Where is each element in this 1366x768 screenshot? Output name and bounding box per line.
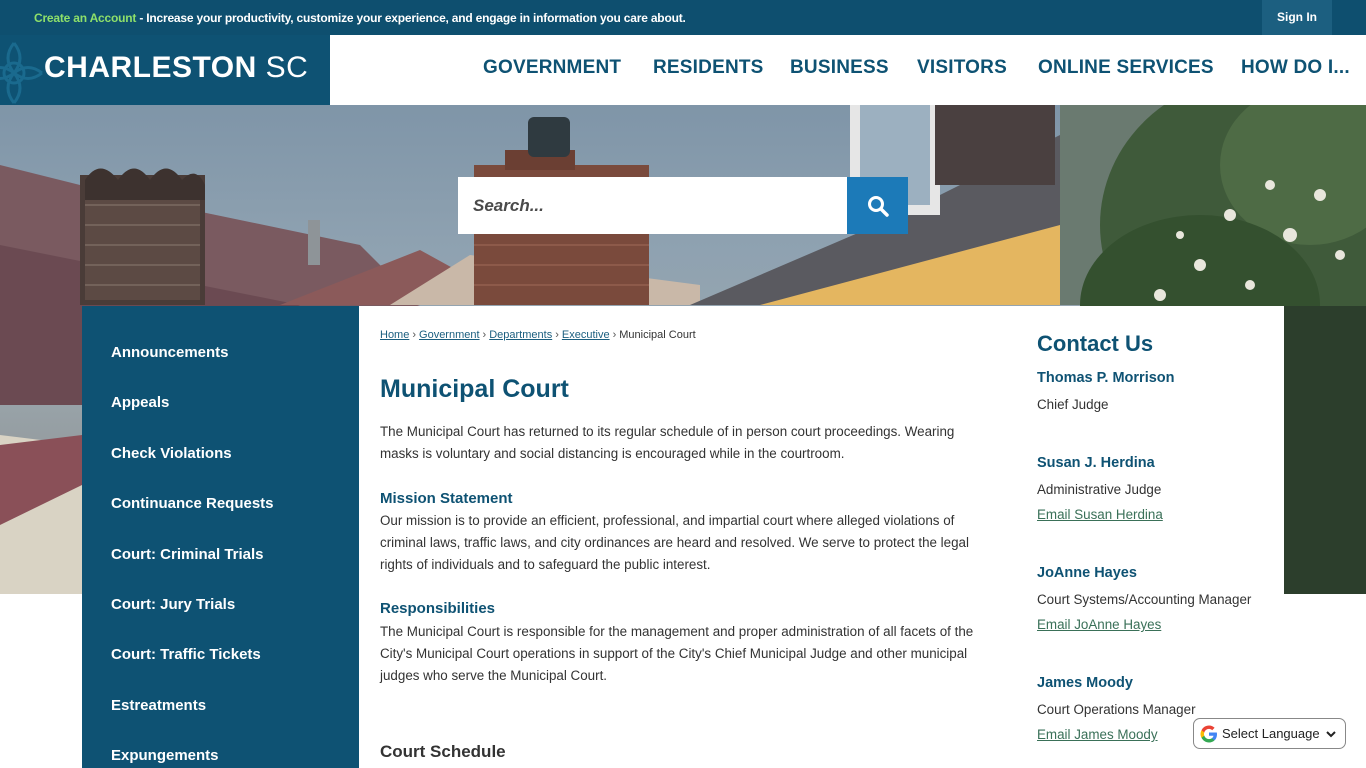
sign-in-button[interactable]: Sign In [1262,0,1332,35]
main-nav: GOVERNMENT RESIDENTS BUSINESS VISITORS O… [330,35,1366,105]
breadcrumb-separator: › [612,329,617,341]
sidebar-item-estreatments[interactable]: Estreatments [111,697,206,714]
breadcrumb-separator: › [412,329,417,341]
site-search [458,177,908,234]
responsibilities-paragraph: The Municipal Court is responsible for t… [380,624,974,683]
court-schedule-heading: Court Schedule [380,742,506,761]
logo-wordmark: CHARLESTON SC [44,51,308,85]
search-input[interactable] [458,177,847,234]
contact-role: Court Operations Manager [1037,702,1196,717]
nav-how-do-i[interactable]: HOW DO I... [1241,57,1350,79]
nav-residents[interactable]: RESIDENTS [653,57,764,79]
contact-name: Susan J. Herdina [1037,455,1155,471]
contact-panel: Contact Us Thomas P. Morrison Chief Judg… [1019,306,1284,768]
search-icon [867,195,889,217]
breadcrumb-current: Municipal Court [619,329,696,341]
sidebar-nav: Announcements Appeals Check Violations C… [82,306,359,768]
email-susan-herdina-link[interactable]: Email Susan Herdina [1037,507,1163,522]
language-select[interactable]: Select Language [1193,718,1346,749]
breadcrumb-separator: › [555,329,559,341]
logo-main: CHARLESTON [44,51,257,84]
nav-online-services[interactable]: ONLINE SERVICES [1038,57,1214,79]
contact-heading: Contact Us [1037,331,1154,356]
intro-paragraph: The Municipal Court has returned to its … [380,424,955,461]
sidebar-item-check-violations[interactable]: Check Violations [111,445,232,462]
sidebar-item-expungements[interactable]: Expungements [111,747,219,764]
site-logo[interactable]: CHARLESTON SC [0,35,330,105]
contact-name: James Moody [1037,675,1133,691]
breadcrumb-separator: › [482,329,487,341]
sidebar-item-traffic-tickets[interactable]: Court: Traffic Tickets [111,646,261,663]
logo-suffix: SC [265,51,309,84]
breadcrumb-executive[interactable]: Executive [562,329,610,341]
sidebar-item-criminal-trials[interactable]: Court: Criminal Trials [111,546,264,563]
language-select-label: Select Language [1222,726,1320,741]
search-button[interactable] [847,177,908,234]
google-g-icon [1200,725,1217,742]
sidebar-item-continuance-requests[interactable]: Continuance Requests [111,495,274,512]
sidebar-item-announcements[interactable]: Announcements [111,344,229,361]
contact-name: JoAnne Hayes [1037,565,1137,581]
sidebar-item-appeals[interactable]: Appeals [111,394,169,411]
nav-government[interactable]: GOVERNMENT [483,57,621,79]
create-account-link[interactable]: Create an Account [34,11,136,25]
top-utility-bar: Create an Account - Increase your produc… [0,0,1366,35]
contact-role: Administrative Judge [1037,482,1162,497]
page-title: Municipal Court [380,375,569,403]
account-promo: Create an Account - Increase your produc… [34,11,686,25]
sidebar-item-jury-trials[interactable]: Court: Jury Trials [111,596,235,613]
breadcrumb-home[interactable]: Home [380,329,409,341]
breadcrumb-departments[interactable]: Departments [489,329,552,341]
nav-visitors[interactable]: VISITORS [917,57,1007,79]
email-joanne-hayes-link[interactable]: Email JoAnne Hayes [1037,617,1161,632]
email-james-moody-link[interactable]: Email James Moody [1037,727,1158,742]
responsibilities-heading: Responsibilities [380,600,496,617]
mission-heading: Mission Statement [380,490,513,507]
chevron-down-icon [1325,730,1336,737]
contact-role: Court Systems/Accounting Manager [1037,592,1252,607]
palmetto-flourish-icon [0,42,43,104]
breadcrumb: Home › Government › Departments › Executive › Mu… [380,329,696,341]
nav-business[interactable]: BUSINESS [790,57,889,79]
account-promo-text: - Increase your productivity, customize … [136,11,686,25]
contact-name: Thomas P. Morrison [1037,370,1175,386]
contact-role: Chief Judge [1037,397,1109,412]
main-content: Home › Government › Departments › Executive › Mu… [359,306,1019,768]
mission-paragraph: Our mission is to provide an efficient, … [380,513,969,572]
breadcrumb-government[interactable]: Government [419,329,480,341]
